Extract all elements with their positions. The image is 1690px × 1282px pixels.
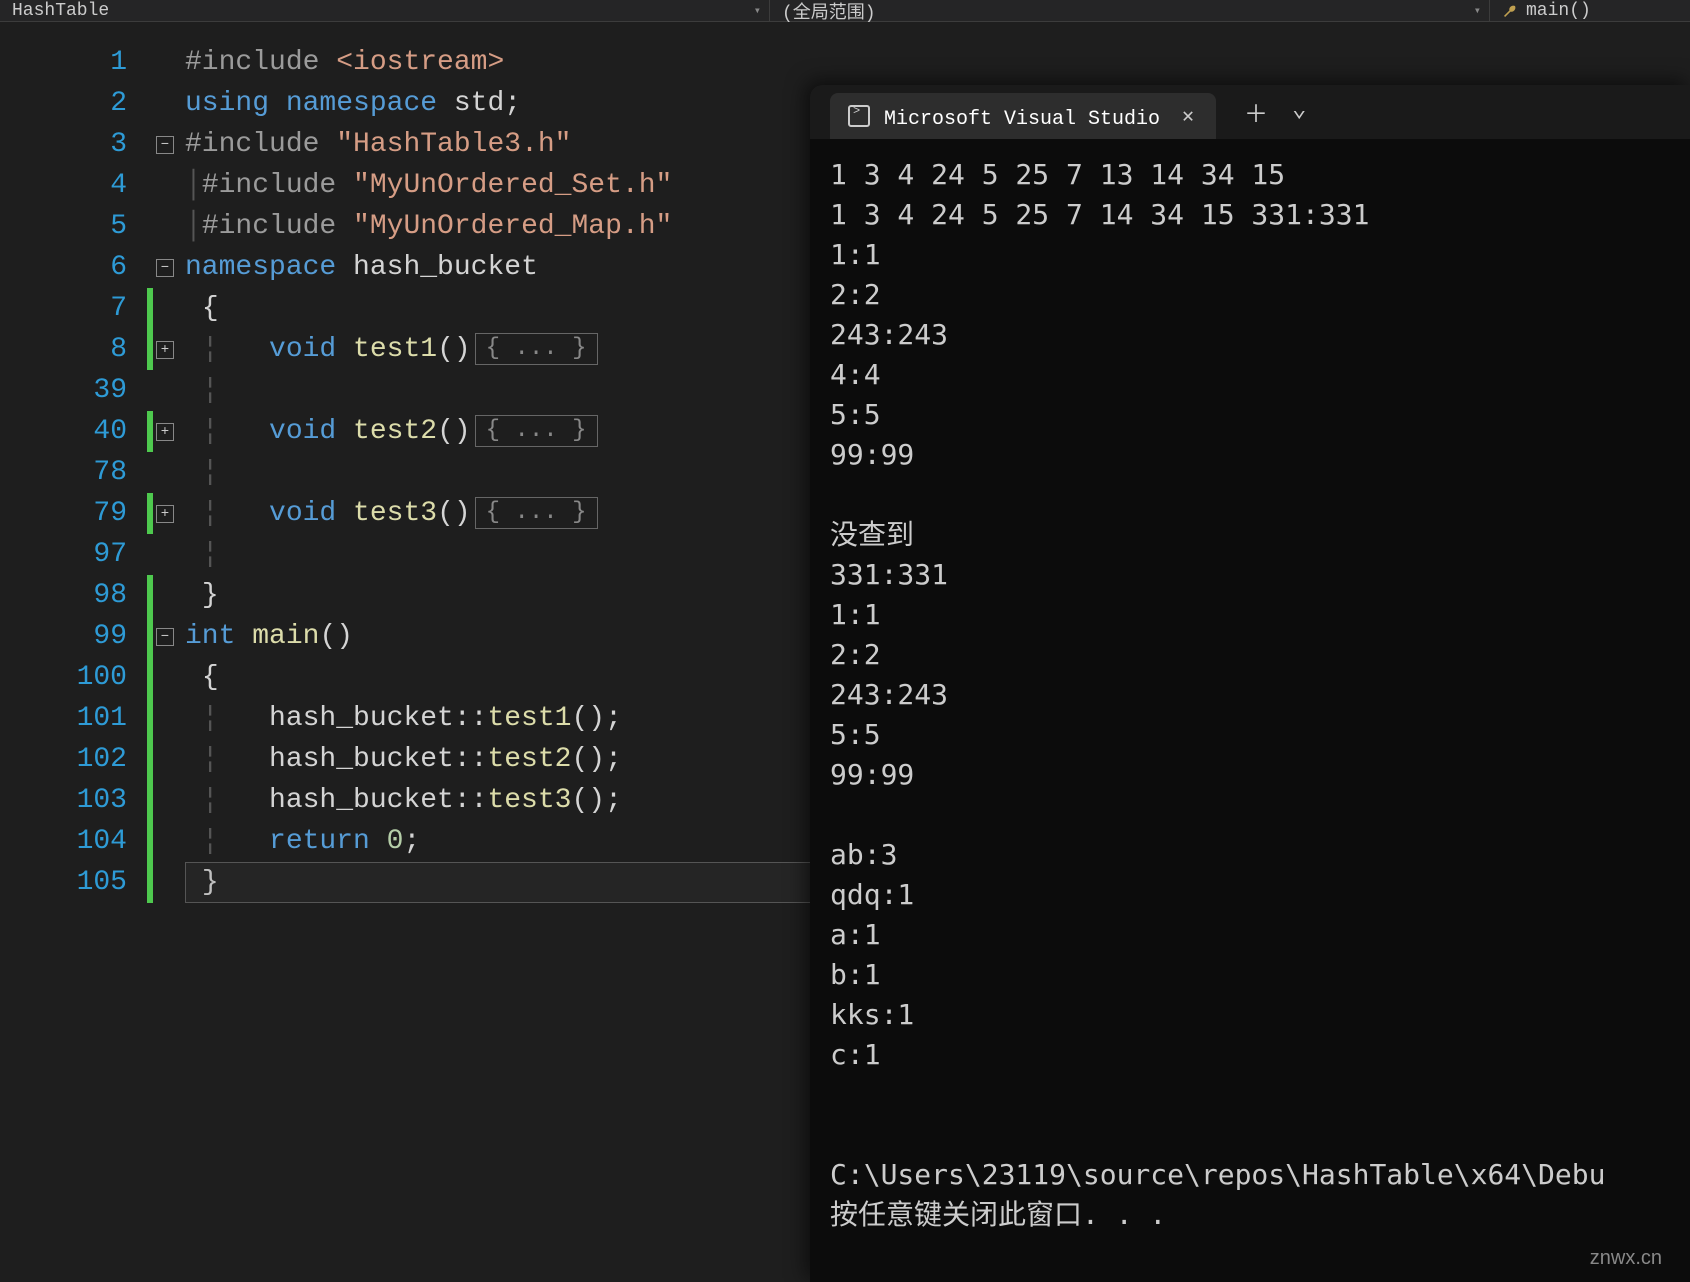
change-indicator <box>147 288 153 329</box>
line-number: 8 <box>55 329 127 370</box>
fold-cell: + <box>145 493 185 534</box>
fold-cell: − <box>145 124 185 165</box>
watermark: znwx.cn <box>1590 1247 1662 1270</box>
line-number: 40 <box>55 411 127 452</box>
line-number: 100 <box>55 657 127 698</box>
fold-collapse-icon[interactable]: − <box>156 628 174 646</box>
scope-dropdown-scope[interactable]: (全局范围) ▾ <box>770 0 1490 21</box>
line-number: 101 <box>55 698 127 739</box>
fold-collapse-icon[interactable]: − <box>156 136 174 154</box>
top-navigation-bar: HashTable ▾ (全局范围) ▾ main() <box>0 0 1690 22</box>
terminal-output[interactable]: 1 3 4 24 5 25 7 13 14 34 15 1 3 4 24 5 2… <box>810 139 1690 1282</box>
change-indicator <box>147 821 153 862</box>
terminal-icon <box>848 105 870 127</box>
change-indicator <box>147 739 153 780</box>
fold-expand-icon[interactable]: + <box>156 341 174 359</box>
fold-cell <box>145 575 185 616</box>
change-indicator <box>147 862 153 903</box>
fold-cell <box>145 165 185 206</box>
line-number: 78 <box>55 452 127 493</box>
fold-cell <box>145 83 185 124</box>
line-number: 2 <box>55 83 127 124</box>
change-indicator <box>147 329 153 370</box>
line-number: 105 <box>55 862 127 903</box>
wrench-icon <box>1502 3 1518 19</box>
chevron-down-icon: ▾ <box>754 3 761 18</box>
change-indicator <box>147 493 153 534</box>
fold-cell <box>145 780 185 821</box>
line-number: 5 <box>55 206 127 247</box>
close-icon[interactable]: ✕ <box>1178 103 1198 129</box>
line-number: 4 <box>55 165 127 206</box>
fold-cell <box>145 657 185 698</box>
fold-cell <box>145 42 185 83</box>
fold-cell <box>145 206 185 247</box>
new-tab-button[interactable]: ＋ <box>1244 94 1268 130</box>
change-indicator <box>147 616 153 657</box>
fold-gutter: − − + + + − <box>145 22 185 1282</box>
fold-cell <box>145 739 185 780</box>
line-number-gutter: 1234567839407879979899100101102103104105 <box>55 22 145 1282</box>
fold-cell <box>145 452 185 493</box>
terminal-tab-active[interactable]: Microsoft Visual Studio 调试控 ✕ <box>830 93 1216 139</box>
change-indicator <box>147 411 153 452</box>
fold-cell <box>145 821 185 862</box>
line-number: 7 <box>55 288 127 329</box>
scope-dropdown-function[interactable]: main() <box>1490 0 1603 21</box>
line-number: 104 <box>55 821 127 862</box>
terminal-tab-title: Microsoft Visual Studio 调试控 <box>884 101 1164 131</box>
change-indicator <box>147 657 153 698</box>
chevron-down-icon: ▾ <box>1474 3 1481 18</box>
line-number: 99 <box>55 616 127 657</box>
scope-scope-label: (全局范围) <box>782 0 876 24</box>
debug-console-window: Microsoft Visual Studio 调试控 ✕ ＋ ⌄ 1 3 4 … <box>810 85 1690 1282</box>
line-number: 102 <box>55 739 127 780</box>
line-number: 97 <box>55 534 127 575</box>
fold-cell <box>145 862 185 903</box>
line-number: 79 <box>55 493 127 534</box>
terminal-tab-bar: Microsoft Visual Studio 调试控 ✕ ＋ ⌄ <box>810 85 1690 139</box>
scope-function-label: main() <box>1526 1 1591 21</box>
line-number: 98 <box>55 575 127 616</box>
change-indicator <box>147 698 153 739</box>
fold-expand-icon[interactable]: + <box>156 423 174 441</box>
fold-cell <box>145 370 185 411</box>
line-number: 1 <box>55 42 127 83</box>
change-indicator <box>147 575 153 616</box>
change-indicator <box>147 780 153 821</box>
fold-cell: + <box>145 411 185 452</box>
editor-margin <box>0 22 55 1282</box>
fold-cell: + <box>145 329 185 370</box>
line-number: 3 <box>55 124 127 165</box>
fold-collapse-icon[interactable]: − <box>156 259 174 277</box>
line-number: 6 <box>55 247 127 288</box>
fold-cell <box>145 534 185 575</box>
fold-cell: − <box>145 247 185 288</box>
fold-cell: − <box>145 616 185 657</box>
line-number: 39 <box>55 370 127 411</box>
fold-cell <box>145 288 185 329</box>
tab-dropdown-button[interactable]: ⌄ <box>1292 94 1306 130</box>
scope-file-label: HashTable <box>12 1 109 21</box>
fold-expand-icon[interactable]: + <box>156 505 174 523</box>
scope-dropdown-file[interactable]: HashTable ▾ <box>0 0 770 21</box>
fold-cell <box>145 698 185 739</box>
line-number: 103 <box>55 780 127 821</box>
code-line[interactable]: #include <iostream> <box>185 42 1690 83</box>
